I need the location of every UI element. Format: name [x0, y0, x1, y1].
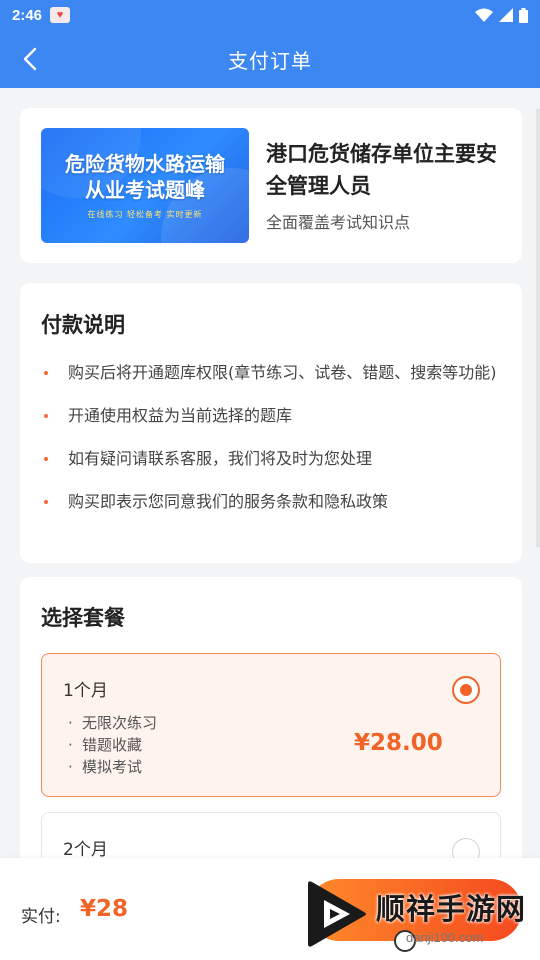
list-item: 购买即表示您同意我们的服务条款和隐私政策: [41, 487, 501, 517]
plan-features: · 无限次练习 · 错题收藏 · 模拟考试: [68, 712, 157, 778]
plan-price: ¥28.00: [354, 730, 443, 756]
product-cover-image: 危险货物水路运输 从业考试题峰 在线练习 轻松备考 实时更新: [41, 128, 249, 243]
status-bar: 2:46 ♥: [0, 0, 540, 30]
plan-selection-card: 选择套餐 1个月 · 无限次练习 · 错题收藏 · 模拟考试 ¥28.00 2个月: [20, 577, 522, 892]
total-amount: ¥28: [80, 896, 129, 922]
back-button[interactable]: [10, 39, 50, 79]
status-time: 2:46: [12, 6, 43, 24]
plan-feature: · 错题收藏: [68, 736, 143, 754]
battery-icon: [519, 7, 528, 23]
bullet-dot: [44, 457, 48, 461]
product-description: 全面覆盖考试知识点: [266, 213, 411, 232]
notice-text: 如有疑问请联系客服，我们将及时为您处理: [68, 449, 373, 468]
notice-list: 购买后将开通题库权限(章节练习、试卷、错题、搜索等功能) 开通使用权益为当前选择…: [41, 358, 501, 530]
cover-subtitle: 在线练习 轻松备考 实时更新: [87, 210, 203, 219]
cover-title-line1: 危险货物水路运输: [65, 152, 225, 176]
payment-notice-card: 付款说明 购买后将开通题库权限(章节练习、试卷、错题、搜索等功能) 开通使用权益…: [20, 283, 522, 563]
scrollbar[interactable]: [536, 108, 540, 548]
signal-icon: [499, 8, 513, 22]
notice-text: 购买即表示您同意我们的服务条款和隐私政策: [68, 492, 389, 511]
status-icons: [475, 7, 528, 23]
product-card: 危险货物水路运输 从业考试题峰 在线练习 轻松备考 实时更新 港口危货储存单位主…: [20, 108, 522, 263]
list-item: 购买后将开通题库权限(章节练习、试卷、错题、搜索等功能): [41, 358, 501, 388]
list-item: 开通使用权益为当前选择的题库: [41, 401, 501, 431]
plan-option-1-month[interactable]: 1个月 · 无限次练习 · 错题收藏 · 模拟考试 ¥28.00: [41, 653, 501, 797]
notice-title: 付款说明: [41, 313, 125, 337]
heart-icon: ♥: [50, 7, 71, 23]
bullet-dot: [44, 371, 48, 375]
bullet-dot: [44, 414, 48, 418]
product-title: 港口危货储存单位主要安全管理人员: [266, 142, 497, 198]
plan-name: 1个月: [63, 681, 108, 701]
plan-feature: · 模拟考试: [68, 758, 143, 776]
total-label: 实付:: [21, 907, 61, 927]
app-header: 支付订单: [0, 30, 540, 88]
notice-text: 购买后将开通题库权限(章节练习、试卷、错题、搜索等功能): [68, 363, 497, 382]
bullet-dot: [44, 500, 48, 504]
plan-name: 2个月: [63, 840, 108, 860]
chevron-left-icon: [23, 47, 37, 71]
bottom-pay-bar: 实付: ¥28: [0, 858, 540, 960]
plan-feature: · 无限次练习: [68, 714, 158, 732]
list-item: 如有疑问请联系客服，我们将及时为您处理: [41, 444, 501, 474]
cover-title-line2: 从业考试题峰: [85, 178, 205, 202]
wifi-icon: [475, 8, 493, 22]
page-title: 支付订单: [228, 48, 312, 73]
radio-selected[interactable]: [452, 676, 480, 704]
notice-text: 开通使用权益为当前选择的题库: [68, 406, 293, 425]
pay-button[interactable]: [308, 879, 522, 941]
plan-section-title: 选择套餐: [41, 606, 125, 630]
